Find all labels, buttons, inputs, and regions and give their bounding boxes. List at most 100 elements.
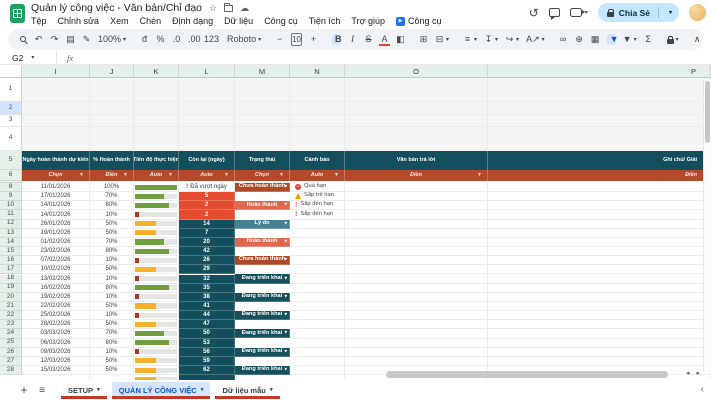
cell-days-remaining[interactable]: 5 [179,192,235,201]
filter-views-control[interactable]: ▼ ▾ [623,35,637,44]
cell-O2[interactable] [345,102,488,115]
filter-cell[interactable]: Điền [488,170,711,181]
cell-due-date[interactable]: 19/02/2026 [22,293,90,302]
font-family-select[interactable]: Roboto ▾ [227,35,261,44]
share-button[interactable]: Chia Sẻ ▾ [598,3,679,22]
column-header-I[interactable]: I [22,65,90,78]
filter-funnel-icon[interactable]: ▼ [168,173,173,178]
cell-days-remaining[interactable]: !Đã vượt ngày [179,183,235,192]
filter-cell[interactable]: Auto▼ [179,170,235,181]
table-column-header[interactable]: % Hoàn thành [90,151,134,170]
row-header-27[interactable]: 27 [0,357,22,366]
filter-cell[interactable]: Chọn▼ [235,170,290,181]
bold-button[interactable]: B [332,34,341,45]
cell-empty[interactable] [488,275,711,284]
cell-percent-complete[interactable]: 50% [90,366,134,375]
status-dropdown-icon[interactable]: ▾ [284,185,287,190]
filter-funnel-icon[interactable]: ▼ [334,173,339,178]
cell-progress[interactable] [134,210,179,219]
cell-warning[interactable] [290,229,345,238]
horizontal-scrollbar-thumb[interactable] [386,371,668,378]
zoom-control[interactable]: 100% ▾ [98,35,126,44]
cell-progress[interactable] [134,366,179,375]
cell-empty[interactable] [488,329,711,338]
cell-warning[interactable] [290,293,345,302]
cell-days-remaining[interactable]: 2 [179,210,235,219]
side-panel-collapse-icon[interactable]: ‹ [701,385,704,395]
cell-percent-complete[interactable]: 10% [90,275,134,284]
cell-days-remaining[interactable]: 14 [179,220,235,229]
cell-due-date[interactable]: 06/03/2026 [22,339,90,348]
share-dropdown-icon[interactable]: ▾ [664,9,677,16]
cell-days-remaining[interactable]: 42 [179,247,235,256]
cell-progress[interactable] [134,284,179,293]
cell-warning[interactable] [290,339,345,348]
vertical-scrollbar-thumb[interactable] [705,81,710,143]
comments-icon[interactable] [549,8,560,17]
cell-empty[interactable] [345,293,488,302]
sheet-tab-dropdown-icon[interactable]: ▾ [270,387,273,393]
table-column-header[interactable]: Còn lại (ngày) [179,151,235,170]
table-column-header[interactable]: Văn bản trả lời [345,151,488,170]
cell-progress[interactable] [134,348,179,357]
status-dropdown-icon[interactable]: ▾ [284,221,287,226]
cell-empty[interactable] [345,275,488,284]
menu-item-Công cụ[interactable]: Công cụ [264,16,298,26]
filter-cell[interactable]: Điền▼ [90,170,134,181]
sheet-tab-Dữ liệu mẫu[interactable]: Dữ liệu mẫu▾ [215,382,279,399]
cell-due-date[interactable]: 22/02/2026 [22,302,90,311]
cell-progress[interactable] [134,220,179,229]
cell-P4[interactable] [488,127,711,151]
cell-J1[interactable] [90,78,134,102]
filter-funnel-icon[interactable]: ▼ [279,173,284,178]
row-header-3[interactable]: 3 [0,115,22,127]
all-sheets-menu-icon[interactable]: ≡ [34,385,50,396]
avatar[interactable] [689,4,706,21]
cell-status[interactable]: Lý do▾ [235,220,290,229]
borders-icon[interactable]: ⊞ [419,35,428,44]
cell-percent-complete[interactable]: 10% [90,348,134,357]
cell-progress[interactable] [134,311,179,320]
cell-empty[interactable] [488,357,711,366]
cell-days-remaining[interactable]: 47 [179,320,235,329]
menu-item-Chỉnh sửa[interactable]: Chỉnh sửa [58,16,100,26]
cell-empty[interactable] [488,293,711,302]
cell-K1[interactable] [134,78,179,102]
row-header-11[interactable]: 11 [0,210,22,219]
cell-empty[interactable] [345,339,488,348]
cell-due-date[interactable]: 12/03/2026 [22,357,90,366]
cell-percent-complete[interactable]: 80% [90,284,134,293]
cell-O1[interactable] [345,78,488,102]
cell-due-date[interactable]: 26/01/2026 [22,220,90,229]
cell-warning[interactable] [290,265,345,274]
row-header-6[interactable]: 6 [0,170,22,181]
cell-I1[interactable] [22,78,90,102]
cell-percent-complete[interactable]: 80% [90,201,134,210]
row-header-16[interactable]: 16 [0,256,22,265]
menu-item-Chèn[interactable]: Chèn [140,16,162,26]
row-header-4[interactable]: 4 [0,127,22,151]
increase-decimal-icon[interactable]: .00 [188,35,197,44]
cell-warning[interactable] [290,348,345,357]
increase-font-size-button[interactable]: + [309,35,318,44]
cell-K3[interactable] [134,115,179,127]
search-icon[interactable] [18,35,27,44]
cell-empty[interactable] [345,247,488,256]
menu-item-Tệp[interactable]: Tệp [31,16,47,26]
cell-percent-complete[interactable]: 50% [90,357,134,366]
row-header-22[interactable]: 22 [0,311,22,320]
cell-due-date[interactable]: 14/01/2026 [22,201,90,210]
add-sheet-button[interactable]: + [16,383,32,397]
cell-progress[interactable] [134,229,179,238]
cell-N1[interactable] [290,78,345,102]
cell-M1[interactable] [235,78,290,102]
column-header-O[interactable]: O [345,65,488,78]
name-box-dropdown-icon[interactable]: ▾ [31,55,34,61]
cell-L1[interactable] [179,78,235,102]
cell-warning[interactable] [290,357,345,366]
row-header-8[interactable]: 8 [0,183,22,192]
cell-empty[interactable] [345,284,488,293]
cell-J3[interactable] [90,115,134,127]
font-size-input[interactable]: 10 [291,33,302,46]
cell-empty[interactable] [488,201,711,210]
